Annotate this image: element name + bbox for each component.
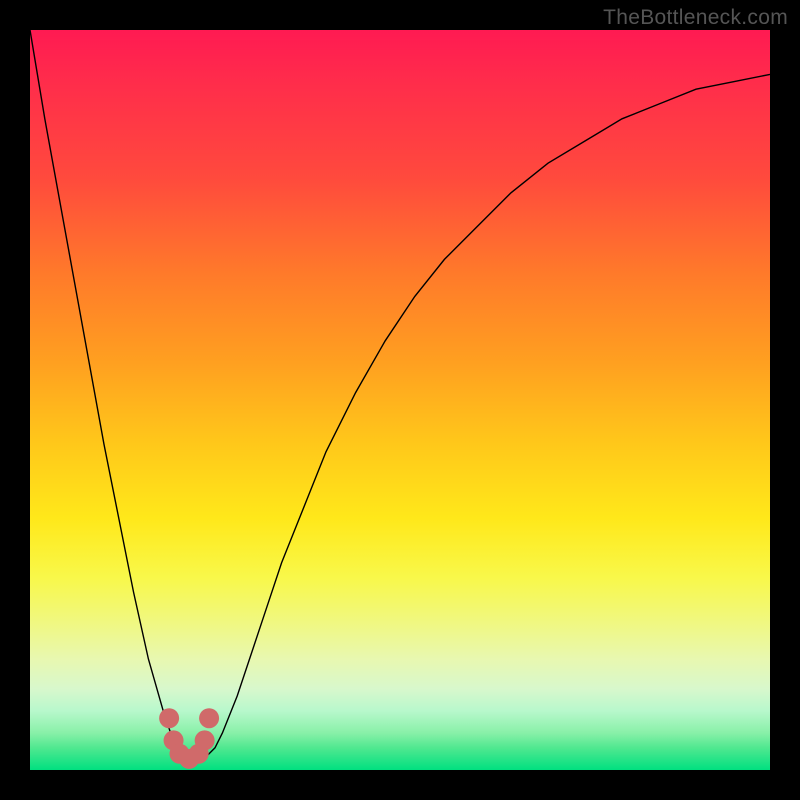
watermark-text: TheBottleneck.com — [603, 6, 788, 30]
marker-dot — [159, 708, 179, 728]
plot-svg — [30, 30, 770, 770]
chart-container: TheBottleneck.com — [0, 0, 800, 800]
marker-dot — [199, 708, 219, 728]
optimal-range-markers — [159, 708, 219, 769]
bottleneck-curve — [30, 30, 770, 759]
marker-dot — [195, 730, 215, 750]
